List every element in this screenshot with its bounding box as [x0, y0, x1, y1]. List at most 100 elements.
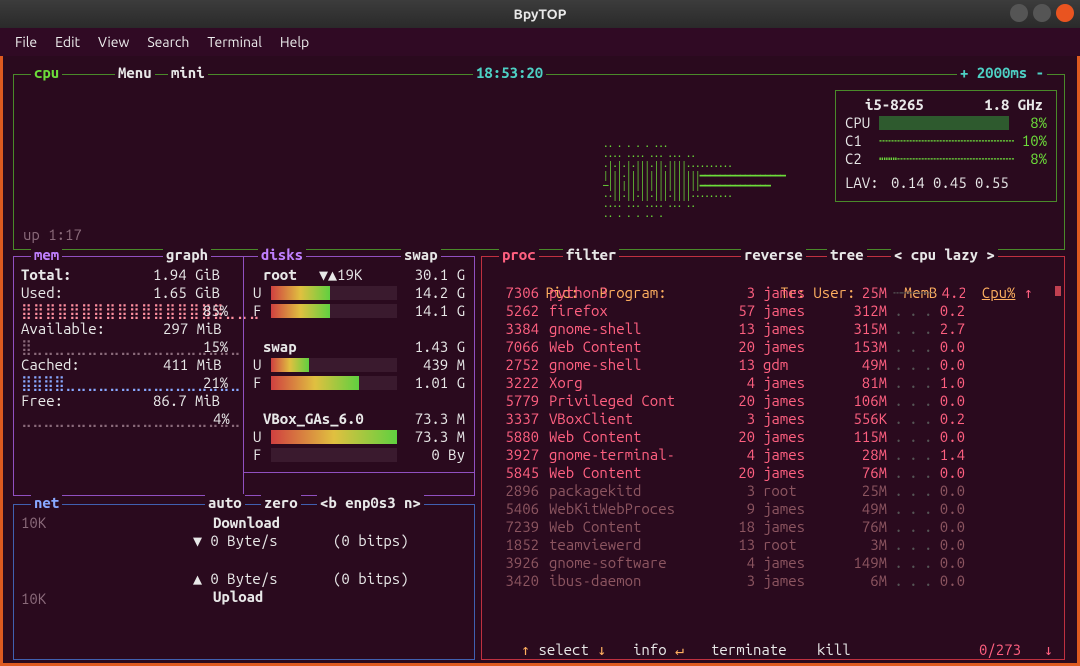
net-box: net auto zero <b enp0s3 n> 10K Download … — [13, 504, 475, 660]
mem-box-label: mem — [31, 246, 62, 264]
proc-row[interactable]: 3337VBoxClient3james556K. . . 0.2 — [495, 410, 1051, 428]
disk-root-total: 30.1 G — [415, 266, 465, 284]
proc-filter-hint[interactable]: filter — [563, 246, 619, 264]
clock: 18:53:20 — [473, 64, 546, 82]
cpu-total-label: CPU — [845, 114, 870, 132]
proc-row[interactable]: 3420ibus-daemon3james6M. . . 0.0 — [495, 572, 1051, 590]
proc-reverse-hint[interactable]: reverse — [741, 246, 806, 264]
terminal-body: cpu Menu mini 18:53:20 + 2000ms - ·· · ·… — [0, 56, 1080, 666]
net-iface[interactable]: <b enp0s3 n> — [317, 494, 424, 512]
mem-cached-pct: 21% — [203, 374, 228, 392]
net-auto-hint[interactable]: auto — [205, 494, 245, 512]
cpu-core-pct: 8% — [1030, 150, 1047, 168]
net-zero-hint[interactable]: zero — [261, 494, 301, 512]
proc-row[interactable]: 2896packagekitd3root25M. . . 0.0 — [495, 482, 1051, 500]
proc-hint-select[interactable]: select — [538, 641, 588, 658]
proc-row[interactable]: 3384gnome-shell13james315M. . . 2.7 — [495, 320, 1051, 338]
mem-used: 1.65 GiB — [153, 284, 220, 302]
proc-row[interactable]: 5779Privileged Cont20james106M. . . 0.0 — [495, 392, 1051, 410]
disk-vbox-f: 0 By — [431, 446, 465, 464]
window-minimize-button[interactable] — [1010, 4, 1028, 22]
mem-used-pct: 85% — [203, 302, 228, 320]
mem-total: 1.94 GiB — [153, 266, 220, 284]
cpu-core-pct: 10% — [1022, 132, 1047, 150]
mem-free-pct: 4% — [213, 410, 230, 428]
mini-hint[interactable]: mini — [168, 64, 208, 82]
disk-swap-name: swap — [263, 338, 297, 356]
proc-row[interactable]: 5262firefox57james312M. . . 0.2 — [495, 302, 1051, 320]
window-titlebar: BpyTOP — [0, 0, 1080, 28]
mem-avail-pct: 15% — [203, 338, 228, 356]
proc-row[interactable]: 3222Xorg4james81M. . . 1.0 — [495, 374, 1051, 392]
proc-sort-control[interactable]: < cpu lazy > — [891, 246, 998, 264]
window-maximize-button[interactable] — [1033, 4, 1051, 22]
swap-hint[interactable]: swap — [401, 246, 441, 264]
cpu-box-label: cpu — [31, 64, 62, 82]
proc-tree-hint[interactable]: tree — [827, 246, 867, 264]
net-upload-rate: ▲ 0 Byte/s — [193, 570, 278, 588]
net-download-label: Download — [213, 514, 280, 532]
menubar: FileEditViewSearchTerminalHelp — [0, 28, 1080, 56]
mem-cached: 411 MiB — [163, 356, 222, 374]
proc-position: 0/273 — [979, 641, 1021, 658]
disks-box-label: disks — [258, 246, 306, 264]
mem-cached-label: Cached: — [21, 356, 80, 374]
disk-swap-u: 439 M — [423, 356, 465, 374]
net-scale-top: 10K — [21, 514, 46, 532]
proc-row[interactable]: 5845Web Content20james76M. . . 0.0 — [495, 464, 1051, 482]
lav-values: 0.14 0.45 0.55 — [891, 174, 1009, 192]
cpu-info-box: i5-8265 1.8 GHz CPU 8% C1 ┄┄┄┄┄┄┄┄┄┄┄┄┄┄… — [835, 90, 1057, 202]
cpu-model: i5-8265 — [865, 96, 924, 114]
menu-hint[interactable]: Menu — [115, 64, 155, 82]
proc-row[interactable]: 5406WebKitWebProces9james49M. . . 0.0 — [495, 500, 1051, 518]
menu-terminal[interactable]: Terminal — [198, 30, 271, 54]
proc-scrollbar[interactable] — [1055, 286, 1061, 296]
disk-swap-f: 1.01 G — [415, 374, 465, 392]
cpu-freq: 1.8 GHz — [984, 96, 1043, 114]
proc-row[interactable]: 2752gnome-shell13gdm49M. . . 0.0 — [495, 356, 1051, 374]
lav-label: LAV: — [845, 174, 879, 192]
cpu-core-label: C1 — [845, 132, 862, 150]
menu-file[interactable]: File — [6, 30, 46, 54]
net-upload-bits: (0 bitps) — [333, 570, 409, 588]
proc-hint-terminate[interactable]: terminate — [711, 641, 787, 658]
mem-avail: 297 MiB — [163, 320, 222, 338]
disk-swap-total: 1.43 G — [415, 338, 465, 356]
disk-vbox-name: VBox_GAs_6.0 — [263, 410, 364, 428]
proc-box: proc filter reverse tree < cpu lazy > Pi… — [481, 256, 1065, 660]
cpu-total-pct: 8% — [1030, 114, 1047, 132]
disk-vbox-total: 73.3 M — [415, 410, 465, 428]
uptime: up 1:17 — [23, 226, 82, 244]
mem-box: mem graph disks swap Total: 1.94 GiB Use… — [13, 256, 475, 496]
cpu-core-label: C2 — [845, 150, 862, 168]
proc-row[interactable]: 3926gnome-software4james149M. . . 0.0 — [495, 554, 1051, 572]
proc-row[interactable]: 7066Web Content20james153M. . . 0.0 — [495, 338, 1051, 356]
window-title: BpyTOP — [514, 6, 567, 22]
menu-edit[interactable]: Edit — [46, 30, 89, 54]
disk-vbox-u: 73.3 M — [415, 428, 465, 446]
net-download-rate: ▼ 0 Byte/s — [193, 532, 278, 550]
proc-row[interactable]: 7306python33james25M┄┄┄┄┄ 4.2 — [495, 284, 1051, 302]
disk-root-name: root — [263, 266, 297, 284]
proc-row[interactable]: 3927gnome-terminal-4james28M. . . 1.4 — [495, 446, 1051, 464]
cpu-graph: ·· · · · · ··· ···· ···· ··· ··· ·· ·|·|… — [603, 138, 785, 223]
menu-search[interactable]: Search — [138, 30, 198, 54]
refresh-control[interactable]: + 2000ms - — [957, 64, 1047, 82]
net-upload-label: Upload — [213, 588, 263, 606]
proc-hint-info[interactable]: info — [633, 641, 667, 658]
window-close-button[interactable] — [1056, 4, 1074, 22]
proc-row[interactable]: 1852teamviewerd13root3M. . . 0.0 — [495, 536, 1051, 554]
mem-avail-label: Available: — [21, 320, 105, 338]
proc-hint-kill[interactable]: kill — [817, 641, 851, 658]
proc-row[interactable]: 7239Web Content18james76M. . . 0.0 — [495, 518, 1051, 536]
proc-row[interactable]: 5880Web Content20james115M. . . 0.0 — [495, 428, 1051, 446]
net-scale-bottom: 10K — [21, 590, 46, 608]
graph-hint[interactable]: graph — [163, 246, 211, 264]
menu-view[interactable]: View — [89, 30, 138, 54]
mem-free: 86.7 MiB — [153, 392, 220, 410]
disk-root-io: ▼▲19K — [319, 266, 362, 284]
cpu-box: cpu Menu mini 18:53:20 + 2000ms - ·· · ·… — [13, 74, 1065, 250]
disk-root-u: 14.2 G — [415, 284, 465, 302]
menu-help[interactable]: Help — [271, 30, 318, 54]
proc-box-label: proc — [499, 246, 539, 264]
